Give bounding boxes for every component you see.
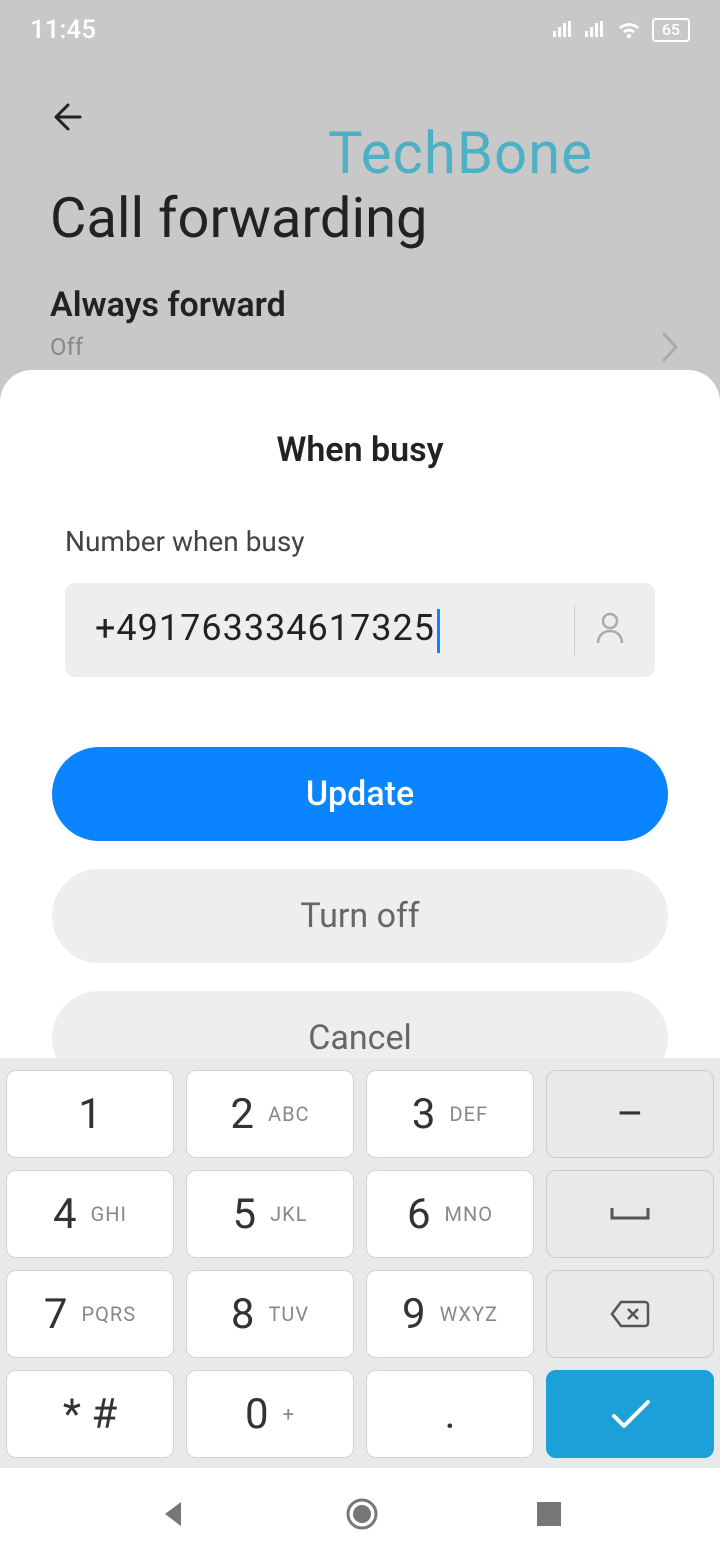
space-icon [608,1204,652,1224]
key-3[interactable]: 3DEF [366,1070,534,1158]
text-cursor [437,609,440,653]
battery-level: 65 [652,18,690,42]
key-0[interactable]: 0+ [186,1370,354,1458]
key-1[interactable]: 1 [6,1070,174,1158]
wifi-icon [616,20,642,40]
chevron-right-icon [660,330,680,368]
signal-icon-2 [584,21,606,39]
check-icon [608,1398,652,1430]
field-label: Number when busy [65,525,655,558]
divider [574,605,575,655]
keyboard: 1 2ABC 3DEF – 4GHI 5JKL 6MNO 7PQRS 8TUV … [0,1058,720,1468]
back-button[interactable] [50,95,94,143]
status-time: 11:45 [30,15,96,45]
key-enter[interactable] [546,1370,714,1458]
nav-home-icon[interactable] [344,1496,380,1532]
key-4[interactable]: 4GHI [6,1170,174,1258]
turn-off-button[interactable]: Turn off [52,869,668,963]
key-dash[interactable]: – [546,1070,714,1158]
phone-input-value: +491763334617325 [95,607,574,652]
page-title: Call forwarding [50,185,427,251]
key-backspace[interactable] [546,1270,714,1358]
row-always-forward[interactable]: Always forward Off [50,285,680,361]
key-6[interactable]: 6MNO [366,1170,534,1258]
status-right: 65 [552,18,690,42]
key-space[interactable] [546,1170,714,1258]
sheet-title: When busy [0,430,720,470]
battery-icon: 65 [652,18,690,42]
phone-input[interactable]: +491763334617325 [65,583,655,677]
key-5[interactable]: 5JKL [186,1170,354,1258]
backspace-icon [609,1299,651,1329]
signal-icon [552,21,574,39]
key-7[interactable]: 7PQRS [6,1270,174,1358]
key-2[interactable]: 2ABC [186,1070,354,1158]
watermark-text: TechBone [328,120,593,188]
nav-bar [0,1468,720,1560]
update-button[interactable]: Update [52,747,668,841]
nav-back-icon[interactable] [157,1498,189,1530]
key-9[interactable]: 9WXYZ [366,1270,534,1358]
row-always-label: Always forward [50,285,680,325]
key-star-hash[interactable]: * # [6,1370,174,1458]
key-dot[interactable]: . [366,1370,534,1458]
contact-icon[interactable] [595,611,625,649]
nav-recent-icon[interactable] [535,1500,563,1528]
key-8[interactable]: 8TUV [186,1270,354,1358]
status-bar: 11:45 65 [0,0,720,60]
row-always-value: Off [50,333,680,361]
